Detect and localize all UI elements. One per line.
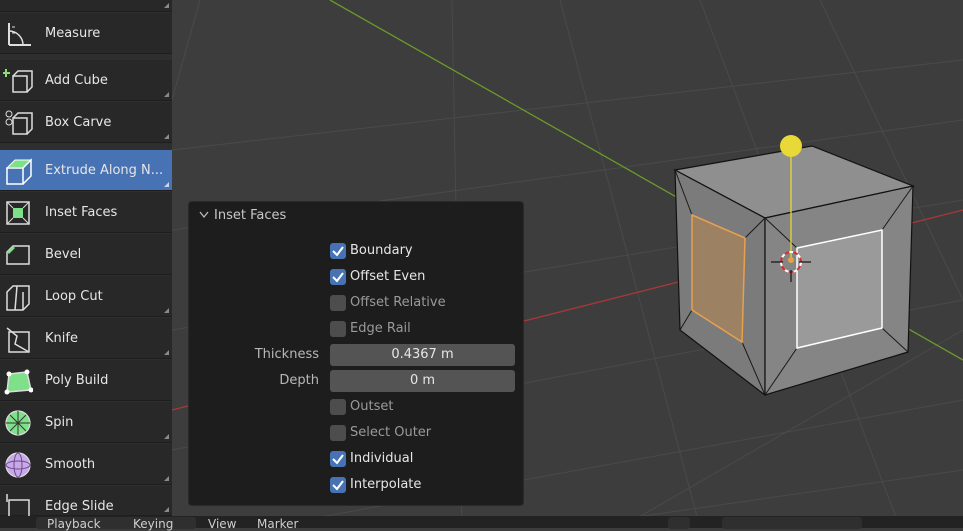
view-menu[interactable]: View (208, 518, 236, 530)
edge-rail-checkbox-row[interactable]: Edge Rail (189, 318, 525, 340)
individual-checkbox[interactable] (330, 451, 346, 467)
individual-checkbox-row[interactable]: Individual (189, 448, 525, 470)
box-carve-icon (5, 110, 33, 135)
tool-spin[interactable]: Spin (0, 402, 172, 443)
offset-even-label: Offset Even (350, 269, 426, 284)
tool-bevel[interactable]: Bevel (0, 234, 172, 275)
outset-label: Outset (350, 399, 394, 414)
interpolate-checkbox-row[interactable]: Interpolate (189, 474, 525, 496)
tool-poly-build[interactable]: Poly Build (0, 360, 172, 401)
boundary-label: Boundary (350, 243, 413, 258)
thickness-label: Thickness (254, 347, 319, 362)
tool-partial[interactable] (0, 0, 172, 12)
tool-add-cube[interactable]: Add Cube (0, 60, 172, 101)
extrude-icon (5, 158, 33, 185)
tool-knife[interactable]: Knife (0, 318, 172, 359)
interpolate-checkbox[interactable] (330, 477, 346, 493)
tool-loop-cut[interactable]: Loop Cut (0, 276, 172, 317)
offset-even-checkbox-row[interactable]: Offset Even (189, 266, 525, 288)
boundary-checkbox-row[interactable]: Boundary (189, 240, 525, 262)
depth-label: Depth (279, 373, 319, 388)
panel-title[interactable]: Inset Faces (214, 208, 286, 223)
tool-extrude-along-normals[interactable]: Extrude Along N... (0, 150, 172, 191)
thickness-row: Thickness 0.4367 m (189, 344, 525, 366)
knife-icon (6, 327, 30, 353)
depth-field[interactable]: 0 m (330, 370, 515, 392)
smooth-icon (5, 452, 31, 478)
tool-smooth[interactable]: Smooth (0, 444, 172, 485)
spin-icon (5, 410, 31, 436)
tool-label: Measure (45, 26, 101, 41)
selected-face-right (796, 229, 883, 349)
individual-label: Individual (350, 451, 414, 466)
add-cube-icon (3, 69, 33, 93)
measure-icon (8, 23, 31, 46)
tool-measure[interactable]: Measure (0, 13, 172, 54)
select-outer-checkbox-row[interactable]: Select Outer (189, 422, 525, 444)
bevel-icon (6, 245, 30, 265)
playback-controls[interactable] (722, 517, 862, 529)
loop-cut-icon (6, 285, 30, 311)
boundary-checkbox[interactable] (330, 243, 346, 259)
select-outer-label: Select Outer (350, 425, 432, 440)
offset-even-checkbox[interactable] (330, 269, 346, 285)
offset-relative-label: Offset Relative (350, 295, 446, 310)
edge-rail-checkbox[interactable] (330, 321, 346, 337)
tool-label: Extrude Along N... (45, 163, 164, 178)
marker-menu[interactable]: Marker (257, 518, 298, 530)
offset-relative-checkbox[interactable] (330, 295, 346, 311)
edge-rail-label: Edge Rail (350, 321, 411, 336)
checkmark-icon (332, 454, 344, 465)
tool-partial-icon (3, 0, 33, 14)
interpolate-label: Interpolate (350, 477, 422, 492)
checkmark-icon (332, 272, 344, 283)
tool-label: Box Carve (45, 115, 112, 130)
tool-label: Inset Faces (45, 205, 118, 220)
tool-label: Loop Cut (45, 289, 103, 304)
checkmark-icon (332, 246, 344, 257)
tool-edge-slide[interactable]: Edge Slide (0, 486, 172, 521)
outset-checkbox-row[interactable]: Outset (189, 396, 525, 418)
keying-menu[interactable]: Keying (133, 518, 173, 530)
inset-faces-icon (6, 201, 30, 225)
playback-menu[interactable]: Playback (47, 518, 101, 530)
inset-faces-operator-panel: Inset Faces Boundary Offset Even Offset … (188, 201, 524, 506)
outset-checkbox[interactable] (330, 399, 346, 415)
poly-build-icon (4, 369, 33, 395)
tool-label: Add Cube (45, 73, 108, 88)
select-outer-checkbox[interactable] (330, 425, 346, 441)
tool-label: Bevel (45, 247, 82, 262)
tool-box-carve[interactable]: Box Carve (0, 102, 172, 143)
tool-shelf: Measure Add Cube Box Carve Extrude Along… (0, 0, 172, 521)
timeline-header: Playback Keying View Marker (0, 516, 963, 530)
thickness-field[interactable]: 0.4367 m (330, 344, 515, 366)
tool-label: Poly Build (45, 373, 109, 388)
tool-label: Knife (45, 331, 78, 346)
offset-relative-checkbox-row[interactable]: Offset Relative (189, 292, 525, 314)
chevron-down-icon[interactable] (199, 211, 209, 219)
tool-label: Smooth (45, 457, 96, 472)
tool-label: Spin (45, 415, 74, 430)
depth-row: Depth 0 m (189, 370, 525, 392)
checkmark-icon (332, 480, 344, 491)
auto-keying-icon[interactable] (668, 517, 690, 529)
tool-inset-faces[interactable]: Inset Faces (0, 192, 172, 233)
